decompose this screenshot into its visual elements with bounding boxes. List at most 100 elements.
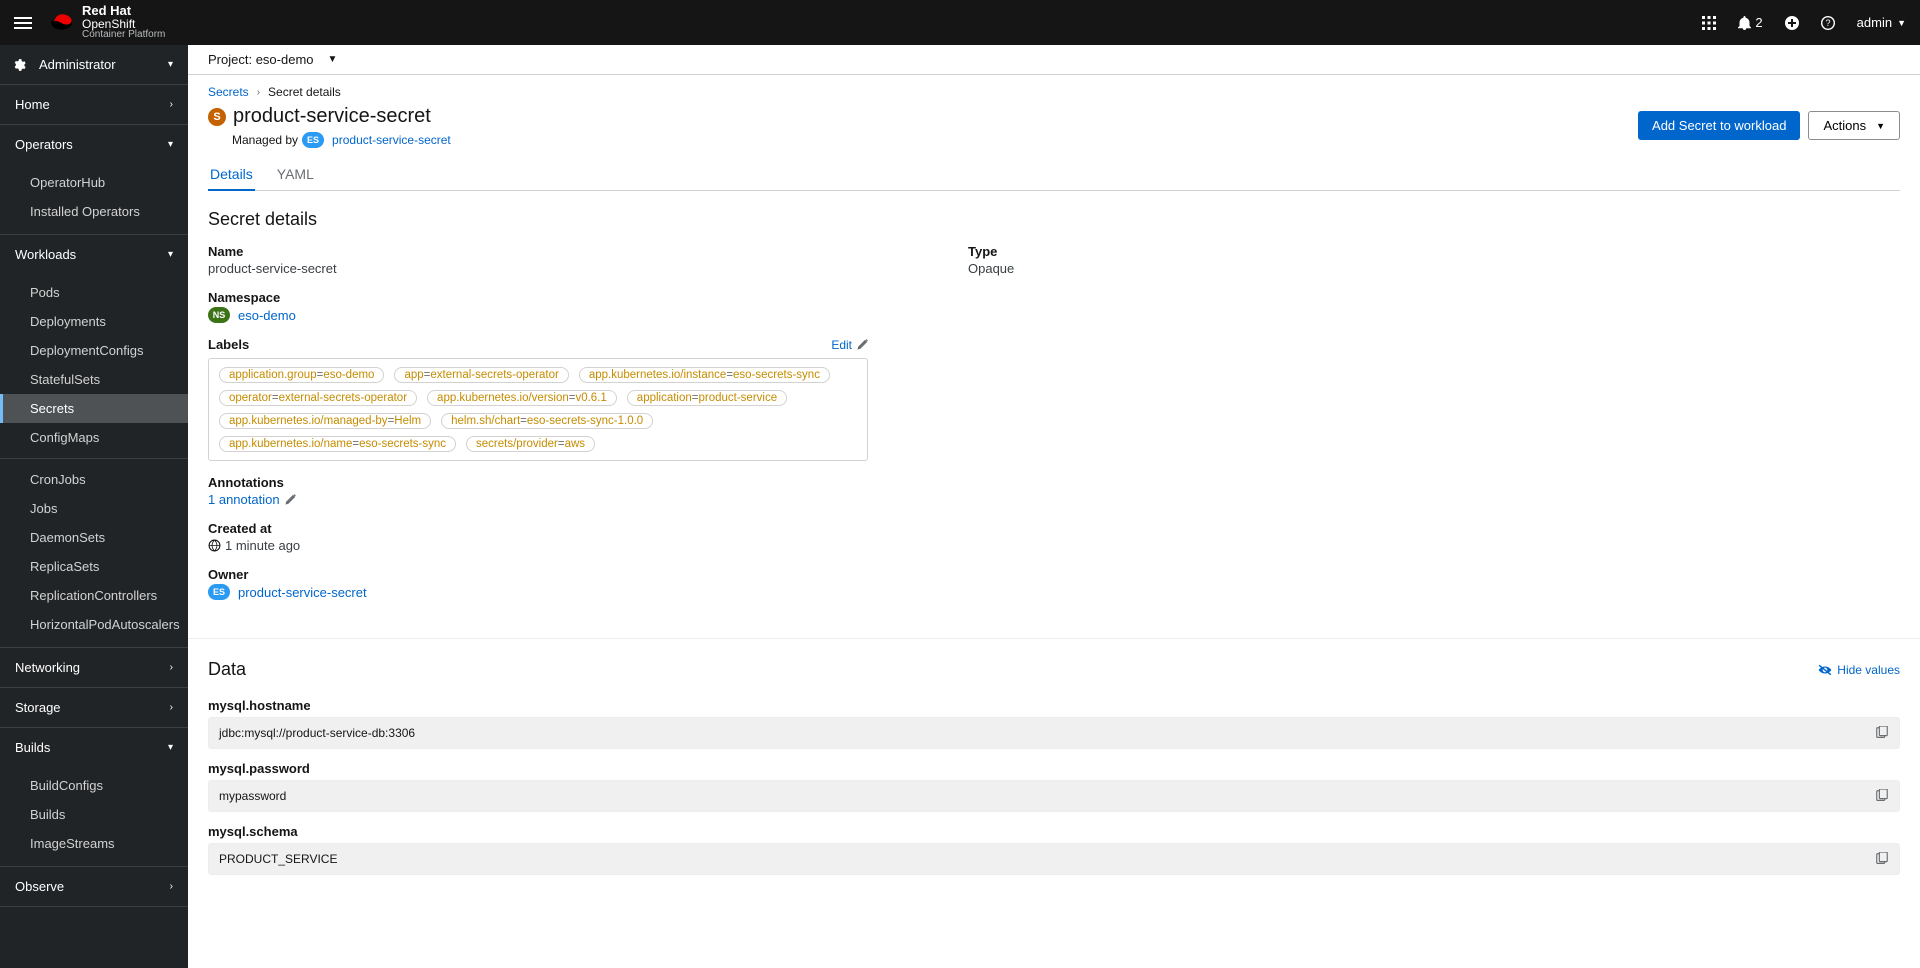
sidebar-section-home[interactable]: Home› (0, 85, 188, 124)
data-section-header: Data Hide values (188, 659, 1920, 680)
add-secret-to-workload-button[interactable]: Add Secret to workload (1638, 111, 1800, 140)
pencil-icon[interactable] (284, 494, 296, 506)
field-name-value: product-service-secret (208, 261, 888, 276)
copy-icon[interactable] (1875, 789, 1889, 803)
field-name-label: Name (208, 244, 888, 259)
sidebar-item-jobs[interactable]: Jobs (0, 494, 188, 523)
field-created-at-label: Created at (208, 521, 888, 536)
section-divider (188, 638, 1920, 639)
breadcrumb-current: Secret details (268, 85, 341, 99)
data-value: PRODUCT_SERVICE (208, 843, 1900, 875)
edit-labels-button[interactable]: Edit (831, 338, 868, 352)
add-button[interactable] (1785, 16, 1799, 30)
es-badge-icon: ES (208, 584, 230, 600)
sidebar-section-observe[interactable]: Observe› (0, 867, 188, 906)
sidebar-item-configmaps[interactable]: ConfigMaps (0, 423, 188, 452)
sidebar-section-workloads[interactable]: Workloads▾ (0, 235, 188, 274)
field-type-value: Opaque (968, 261, 1900, 276)
breadcrumb: Secrets › Secret details (208, 85, 1900, 99)
sidebar-section-builds[interactable]: Builds▾ (0, 728, 188, 767)
sidebar-item-statefulsets[interactable]: StatefulSets (0, 365, 188, 394)
perspective-switcher[interactable]: Administrator ▾ (0, 45, 188, 84)
namespace-link[interactable]: eso-demo (238, 308, 296, 323)
data-heading: Data (208, 659, 246, 680)
sidebar-item-daemonsets[interactable]: DaemonSets (0, 523, 188, 552)
owner-link[interactable]: product-service-secret (238, 585, 367, 600)
managed-by-label: Managed by (232, 133, 298, 147)
tab-yaml[interactable]: YAML (275, 158, 316, 190)
field-owner-label: Owner (208, 567, 888, 582)
sidebar-divider (0, 458, 188, 459)
managed-by-link[interactable]: product-service-secret (332, 133, 451, 147)
sidebar-item-horizontalpodautoscalers[interactable]: HorizontalPodAutoscalers (0, 610, 188, 639)
notification-count: 2 (1755, 15, 1762, 30)
caret-down-icon: ▼ (328, 54, 338, 65)
chevron-right-icon: › (257, 87, 260, 98)
brand-logo[interactable]: Red Hat OpenShift Container Platform (50, 4, 165, 41)
es-badge-icon: ES (302, 132, 324, 148)
data-value: mypassword (208, 780, 1900, 812)
data-key: mysql.schema (208, 824, 1900, 839)
sidebar-item-deploymentconfigs[interactable]: DeploymentConfigs (0, 336, 188, 365)
labels-box: application.group=eso-demo app=external-s… (208, 358, 868, 461)
user-menu[interactable]: admin ▼ (1857, 15, 1906, 30)
question-circle-icon: ? (1821, 16, 1835, 30)
label-chip[interactable]: application.group=eso-demo (219, 367, 384, 383)
hide-values-button[interactable]: Hide values (1818, 663, 1900, 677)
breadcrumb-parent-link[interactable]: Secrets (208, 85, 249, 99)
sidebar-item-installed operators[interactable]: Installed Operators (0, 197, 188, 226)
sidebar-section-operators[interactable]: Operators▾ (0, 125, 188, 164)
sidebar-item-cronjobs[interactable]: CronJobs (0, 465, 188, 494)
topbar-actions: 2 ? admin ▼ (1702, 15, 1906, 30)
label-chip[interactable]: helm.sh/chart=eso-secrets-sync-1.0.0 (441, 413, 653, 429)
brand-text: Red Hat OpenShift Container Platform (82, 4, 165, 41)
label-chip[interactable]: app.kubernetes.io/managed-by=Helm (219, 413, 431, 429)
sidebar-item-deployments[interactable]: Deployments (0, 307, 188, 336)
data-key: mysql.hostname (208, 698, 1900, 713)
sidebar-item-replicationcontrollers[interactable]: ReplicationControllers (0, 581, 188, 610)
notifications-button[interactable]: 2 (1738, 15, 1762, 30)
hamburger-menu-button[interactable] (14, 14, 32, 32)
secret-details-section: Secret details Name product-service-secr… (188, 191, 1920, 618)
label-chip[interactable]: application=product-service (627, 390, 787, 406)
sidebar-item-replicasets[interactable]: ReplicaSets (0, 552, 188, 581)
label-chip[interactable]: app.kubernetes.io/name=eso-secrets-sync (219, 436, 456, 452)
field-namespace-value: NS eso-demo (208, 307, 888, 323)
sidebar-item-builds[interactable]: Builds (0, 800, 188, 829)
label-chip[interactable]: app.kubernetes.io/version=v0.6.1 (427, 390, 617, 406)
label-chip[interactable]: operator=external-secrets-operator (219, 390, 417, 406)
data-key: mysql.password (208, 761, 1900, 776)
sidebar-item-imagestreams[interactable]: ImageStreams (0, 829, 188, 858)
app-launcher-button[interactable] (1702, 16, 1716, 30)
sidebar-item-pods[interactable]: Pods (0, 278, 188, 307)
bell-icon (1738, 16, 1751, 30)
label-chip[interactable]: app=external-secrets-operator (394, 367, 568, 383)
annotations-link[interactable]: 1 annotation (208, 492, 280, 507)
tabs: Details YAML (208, 158, 1900, 191)
project-selector[interactable]: Project: eso-demo ▼ (188, 45, 1920, 75)
resource-kind-badge: S (208, 108, 226, 126)
page-header: Secrets › Secret details S product-servi… (188, 75, 1920, 191)
data-value: jdbc:mysql://product-service-db:3306 (208, 717, 1900, 749)
help-button[interactable]: ? (1821, 16, 1835, 30)
field-created-at-value: 1 minute ago (208, 538, 888, 553)
actions-menu-button[interactable]: Actions ▼ (1808, 111, 1900, 140)
page-actions: Add Secret to workload Actions ▼ (1638, 111, 1900, 140)
main-content: Project: eso-demo ▼ Secrets › Secret det… (188, 45, 1920, 881)
data-entries: mysql.hostname jdbc:mysql://product-servi… (188, 680, 1920, 881)
field-namespace-label: Namespace (208, 290, 888, 305)
tab-details[interactable]: Details (208, 158, 255, 190)
sidebar-item-secrets[interactable]: Secrets (0, 394, 188, 423)
label-chip[interactable]: secrets/provider=aws (466, 436, 595, 452)
label-chip[interactable]: app.kubernetes.io/instance=eso-secrets-s… (579, 367, 830, 383)
sidebar-section-networking[interactable]: Networking› (0, 648, 188, 687)
copy-icon[interactable] (1875, 726, 1889, 740)
field-annotations-label: Annotations (208, 475, 888, 490)
sidebar-item-operatorhub[interactable]: OperatorHub (0, 168, 188, 197)
sidebar-section-storage[interactable]: Storage› (0, 688, 188, 727)
sidebar-item-buildconfigs[interactable]: BuildConfigs (0, 771, 188, 800)
copy-icon[interactable] (1875, 852, 1889, 866)
gear-icon (12, 58, 26, 72)
sidebar: Administrator ▾Home›Operators▾ OperatorHu… (0, 45, 188, 968)
project-label: Project: (208, 52, 252, 67)
